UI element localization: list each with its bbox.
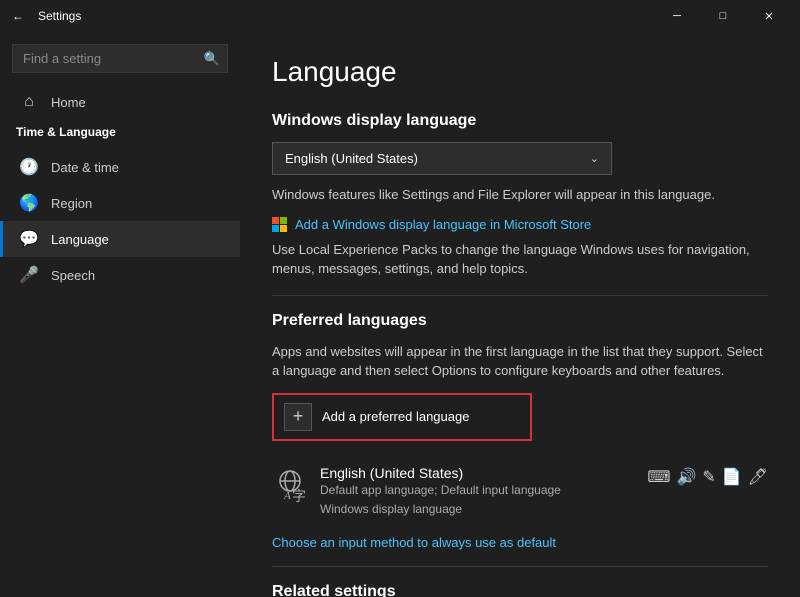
preferred-languages-section-title: Preferred languages xyxy=(272,312,768,330)
display-language-description: Windows features like Settings and File … xyxy=(272,185,768,205)
clock-icon: 🕐 xyxy=(19,157,39,177)
chevron-down-icon: ⌄ xyxy=(590,152,599,165)
home-icon: ⌂ xyxy=(19,93,39,111)
svg-text:A: A xyxy=(283,490,291,502)
sidebar-item-label: Date & time xyxy=(51,160,119,175)
sidebar-item-label: Language xyxy=(51,232,109,247)
microphone-icon: 🎤 xyxy=(19,265,39,285)
add-lang-btn-label: Add a preferred language xyxy=(322,409,469,424)
language-entry-icon: A 字 xyxy=(272,467,308,508)
related-settings-section: Related settings Date, time, & regional … xyxy=(272,583,768,597)
sidebar-item-language[interactable]: 💬 Language xyxy=(0,221,240,257)
lang-entry-name: English (United States) xyxy=(320,465,635,481)
preferred-languages-section: Preferred languages Apps and websites wi… xyxy=(272,312,768,550)
ms-store-link[interactable]: Add a Windows display language in Micros… xyxy=(272,217,768,232)
lang-entry-sub1: Default app language; Default input lang… xyxy=(320,481,635,500)
dropdown-value: English (United States) xyxy=(285,151,418,166)
sidebar-item-datetime[interactable]: 🕐 Date & time xyxy=(0,149,240,185)
text-badge-icon: 📄 xyxy=(722,467,742,487)
sidebar-section-label: Time & Language xyxy=(0,119,240,145)
preferred-languages-description: Apps and websites will appear in the fir… xyxy=(272,342,768,381)
minimize-button[interactable]: ─ xyxy=(654,0,700,32)
page-title: Language xyxy=(272,56,768,88)
font-badge-icon: 🖊 xyxy=(748,467,768,487)
sidebar-item-speech[interactable]: 🎤 Speech xyxy=(0,257,240,293)
input-method-link-text: Choose an input method to always use as … xyxy=(272,535,556,550)
sidebar-item-label: Speech xyxy=(51,268,95,283)
related-settings-title: Related settings xyxy=(272,583,768,597)
app-body: 🔍 ⌂ Home Time & Language 🕐 Date & time 🌎… xyxy=(0,32,800,597)
ms-store-link-text: Add a Windows display language in Micros… xyxy=(295,217,591,232)
language-icon: 💬 xyxy=(19,229,39,249)
region-icon: 🌎 xyxy=(19,193,39,213)
search-icon: 🔍 xyxy=(204,51,220,67)
lang-entry-details: English (United States) Default app lang… xyxy=(320,465,635,519)
speech-badge-icon: 🔊 xyxy=(676,467,696,487)
sidebar: 🔍 ⌂ Home Time & Language 🕐 Date & time 🌎… xyxy=(0,32,240,597)
window-controls: ─ □ ✕ xyxy=(654,0,792,32)
local-experience-desc: Use Local Experience Packs to change the… xyxy=(272,240,768,279)
search-input[interactable] xyxy=(12,44,228,73)
sidebar-item-home[interactable]: ⌂ Home xyxy=(0,85,240,119)
lang-entry-sub2: Windows display language xyxy=(320,500,635,519)
svg-text:字: 字 xyxy=(292,489,306,503)
sidebar-item-label: Home xyxy=(51,95,86,110)
display-language-section: Windows display language English (United… xyxy=(272,112,768,279)
sidebar-item-region[interactable]: 🌎 Region xyxy=(0,185,240,221)
lang-entry-badges: ⌨ 🔊 ✎ 📄 🖊 xyxy=(647,467,768,487)
input-method-link[interactable]: Choose an input method to always use as … xyxy=(272,535,768,550)
handwriting-badge-icon: ✎ xyxy=(702,467,715,487)
section-divider-2 xyxy=(272,566,768,567)
store-icon xyxy=(272,217,287,232)
plus-icon: + xyxy=(284,403,312,431)
back-button[interactable]: ← xyxy=(8,5,28,27)
title-bar: ← Settings ─ □ ✕ xyxy=(0,0,800,32)
display-language-section-title: Windows display language xyxy=(272,112,768,130)
sidebar-item-label: Region xyxy=(51,196,92,211)
close-button[interactable]: ✕ xyxy=(746,0,792,32)
add-preferred-language-button[interactable]: + Add a preferred language xyxy=(272,393,532,441)
language-entry: A 字 English (United States) Default app … xyxy=(272,457,768,527)
section-divider-1 xyxy=(272,295,768,296)
content-area: Language Windows display language Englis… xyxy=(240,32,800,597)
maximize-button[interactable]: □ xyxy=(700,0,746,32)
sidebar-search-container: 🔍 xyxy=(12,44,228,73)
keyboard-badge-icon: ⌨ xyxy=(647,467,670,487)
display-language-dropdown[interactable]: English (United States) ⌄ xyxy=(272,142,612,175)
title-bar-title: Settings xyxy=(38,9,654,23)
